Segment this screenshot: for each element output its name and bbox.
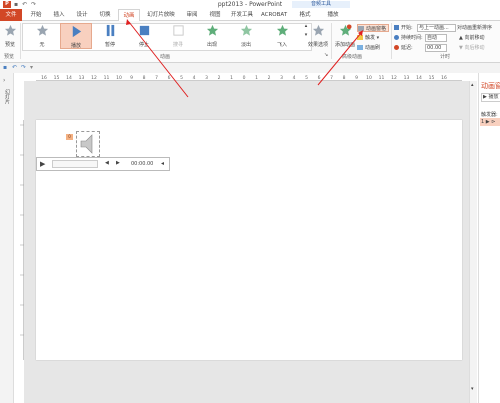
arrow-to-animation-pane: [317, 32, 362, 86]
arrow-to-animations-tab: [128, 21, 189, 98]
annotation-arrows: [126, 19, 363, 98]
arrow-head-icon: [126, 19, 131, 25]
